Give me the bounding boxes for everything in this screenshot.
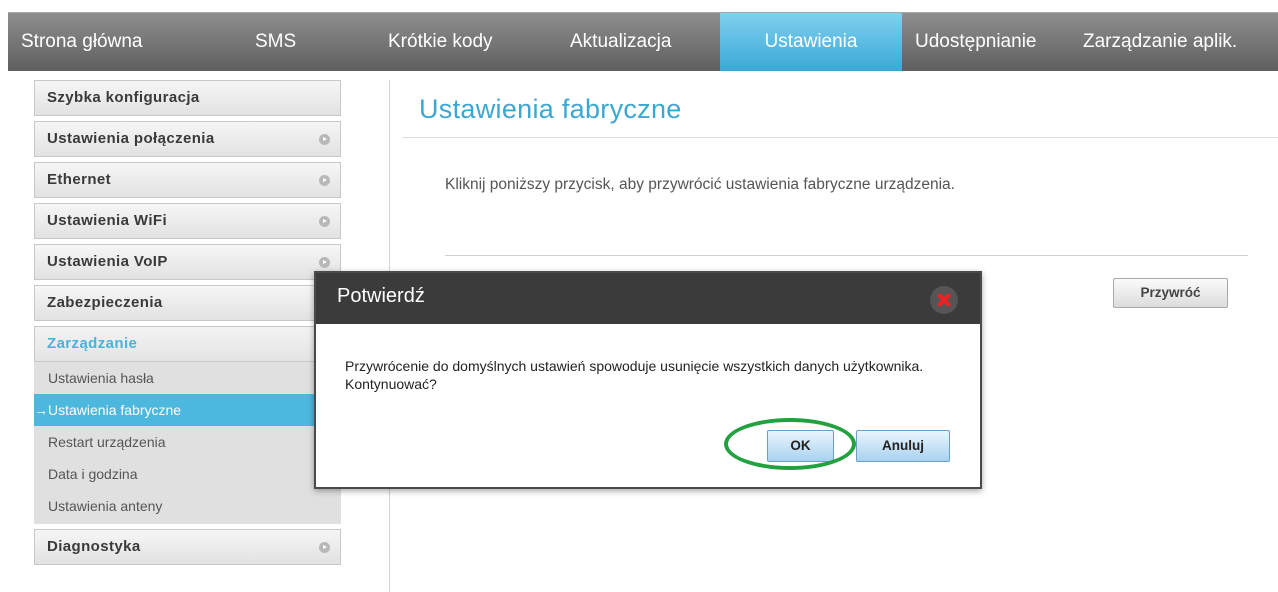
title-divider <box>402 137 1278 138</box>
sidebar-item-label: Diagnostyka <box>47 538 141 555</box>
sidebar-item-label: Ethernet <box>47 171 112 188</box>
nav-item-settings[interactable]: Ustawienia <box>720 13 902 71</box>
dialog-titlebar: Potwierdź <box>316 273 980 324</box>
sidebar-item-wifi[interactable]: Ustawienia WiFi <box>34 203 341 239</box>
close-icon[interactable] <box>930 286 958 314</box>
management-submenu: Ustawienia hasła →Ustawienia fabryczne R… <box>34 362 341 524</box>
sidebar-item-label: Szybka konfiguracja <box>47 89 200 106</box>
nav-item-sms[interactable]: SMS <box>255 13 296 71</box>
restore-button[interactable]: Przywróć <box>1113 278 1228 308</box>
submenu-item-date-time[interactable]: Data i godzina <box>34 458 341 490</box>
nav-item-sharing[interactable]: Udostępnianie <box>915 13 1036 71</box>
sidebar-item-security[interactable]: Zabezpieczenia <box>34 285 341 321</box>
expand-arrow-icon <box>319 134 330 145</box>
expand-arrow-icon <box>319 175 330 186</box>
submenu-item-antenna[interactable]: Ustawienia anteny <box>34 490 341 522</box>
nav-item-update[interactable]: Aktualizacja <box>570 13 671 71</box>
sidebar-item-label: Zabezpieczenia <box>47 294 163 311</box>
expand-arrow-icon <box>319 542 330 553</box>
page-description: Kliknij poniższy przycisk, aby przywróci… <box>445 176 955 193</box>
nav-item-app-management[interactable]: Zarządzanie aplik. <box>1083 13 1237 71</box>
cancel-button[interactable]: Anuluj <box>856 430 950 462</box>
sidebar-item-label: Ustawienia VoIP <box>47 253 168 270</box>
submenu-item-factory-settings[interactable]: →Ustawienia fabryczne <box>34 394 341 426</box>
page-title: Ustawienia fabryczne <box>419 94 682 124</box>
dialog-message: Przywrócenie do domyślnych ustawień spow… <box>345 358 924 392</box>
dialog-title: Potwierdź <box>337 285 425 307</box>
expand-arrow-icon <box>319 216 330 227</box>
sidebar-item-quick-setup[interactable]: Szybka konfiguracja <box>34 80 341 116</box>
sidebar-item-label: Ustawienia WiFi <box>47 212 168 229</box>
submenu-item-password[interactable]: Ustawienia hasła <box>34 362 341 394</box>
sidebar-item-label: Ustawienia połączenia <box>47 130 215 147</box>
expand-arrow-icon <box>319 257 330 268</box>
top-nav-bar: Strona główna SMS Krótkie kody Aktualiza… <box>8 12 1278 71</box>
sidebar-item-ethernet[interactable]: Ethernet <box>34 162 341 198</box>
confirm-dialog: Potwierdź Przywrócenie do domyślnych ust… <box>314 271 982 489</box>
sidebar-item-label: Zarządzanie <box>47 335 138 352</box>
sidebar-item-voip[interactable]: Ustawienia VoIP <box>34 244 341 280</box>
sidebar-item-diagnostics[interactable]: Diagnostyka <box>34 529 341 565</box>
sidebar-item-management[interactable]: Zarządzanie <box>34 326 341 362</box>
content-divider <box>445 255 1248 256</box>
ok-button[interactable]: OK <box>767 430 834 462</box>
nav-item-short-codes[interactable]: Krótkie kody <box>388 13 493 71</box>
submenu-item-restart[interactable]: Restart urządzenia <box>34 426 341 458</box>
nav-item-home[interactable]: Strona główna <box>21 13 142 71</box>
sidebar: Szybka konfiguracja Ustawienia połączeni… <box>34 80 341 570</box>
sidebar-item-connection-settings[interactable]: Ustawienia połączenia <box>34 121 341 157</box>
